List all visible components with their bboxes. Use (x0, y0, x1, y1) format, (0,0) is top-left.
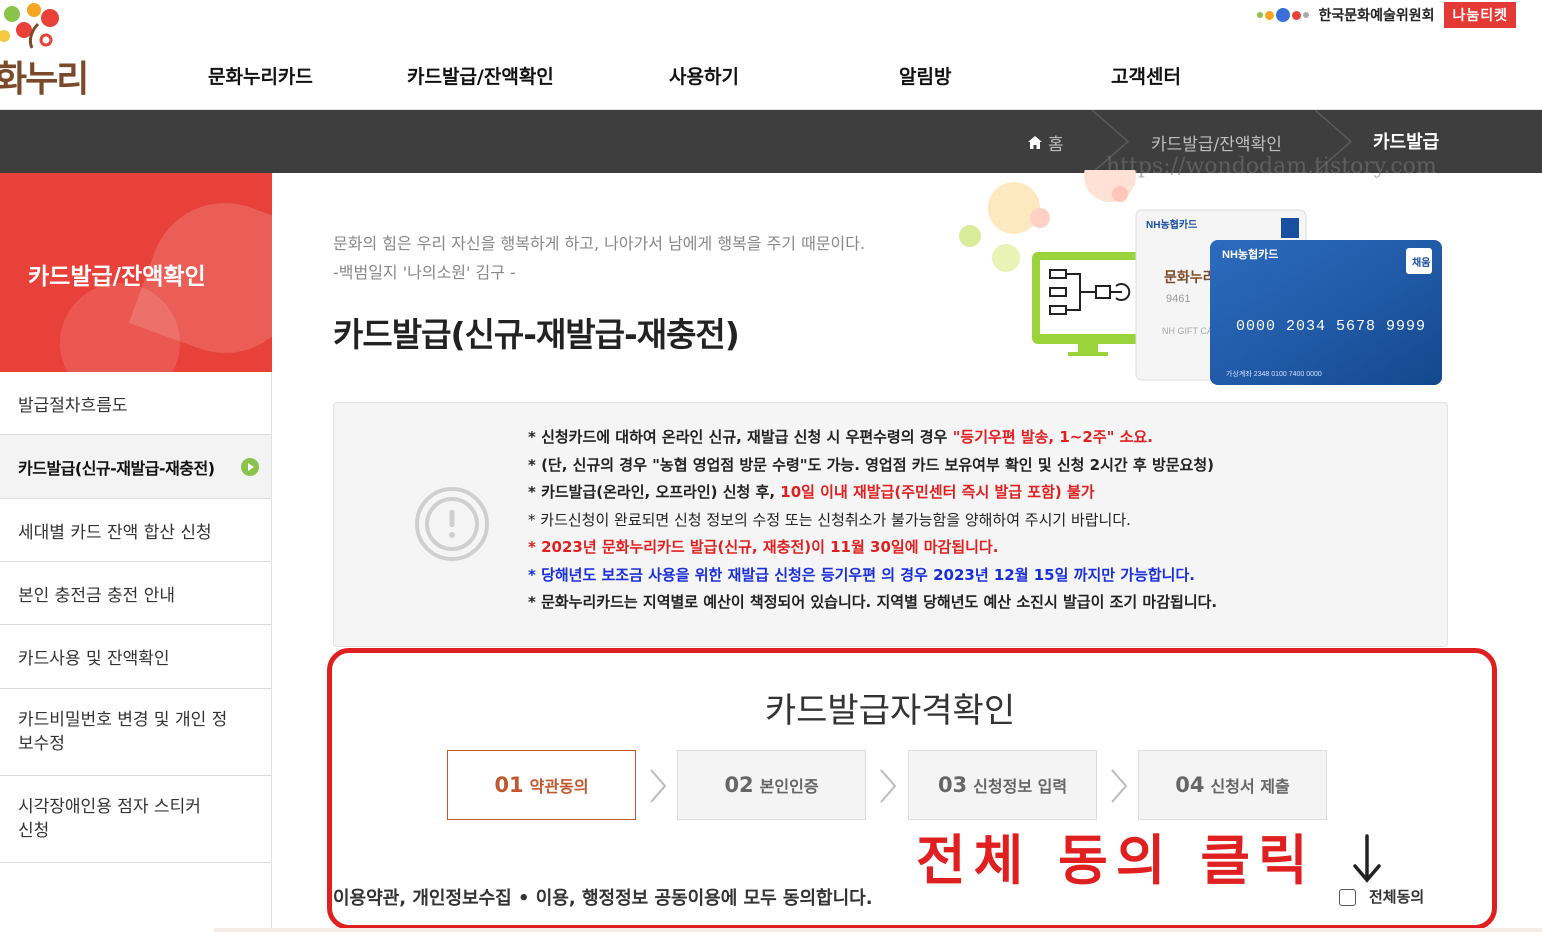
nav-item-customer-center[interactable]: 고객센터 (1111, 62, 1181, 89)
notice-line: * 카드발급(온라인, 오프라인) 신청 후, 10일 이내 재발급(주민센터 … (528, 483, 1095, 501)
sidebar-menu: 발급절차흐름도 카드발급(신규-재발급-재충전) 세대별 카드 잔액 합산 신청… (0, 372, 271, 863)
breadcrumb-home[interactable]: 홈 (1048, 130, 1064, 155)
notice-list: * 신청카드에 대하여 온라인 신규, 재발급 신청 시 우편수령의 경우 "등… (528, 424, 1217, 617)
sidebar-item-household-balance[interactable]: 세대별 카드 잔액 합산 신청 (0, 499, 271, 562)
annotation-highlight-frame (327, 648, 1497, 930)
card-sub-back: NH GIFT CA (1162, 326, 1213, 336)
sidebar-item-label: 카드사용 및 잔액확인 (18, 649, 170, 669)
notice-line: * 2023년 문화누리카드 발급(신규, 재충전)이 11월 30일에 마감됩… (528, 538, 999, 556)
sidebar-item-label: 발급절차흐름도 (18, 395, 128, 416)
breadcrumb-card-issue[interactable]: 카드발급/잔액확인 (1151, 130, 1282, 155)
card-brand-back: NH농협카드 (1146, 218, 1197, 231)
main-nav: 문화누리카드 카드발급/잔액확인 사용하기 알림방 고객센터 (0, 62, 1300, 92)
notice-line: * (단, 신규의 경우 "농협 영업점 방문 수령"도 가능. 영업점 카드 … (528, 455, 1214, 474)
nanum-ticket-link[interactable]: 나눔티켓 (1444, 2, 1516, 28)
sidebar-item-label: 시각장애인용 점자 스티커 신청 (18, 797, 201, 841)
notice-line: * 신청카드에 대하여 온라인 신규, 재발급 신청 시 우편수령의 경우 "등… (528, 428, 1153, 446)
arts-council-link[interactable]: 한국문화예술위원회 (1319, 5, 1435, 25)
notice-line: * 당해년도 보조금 사용을 위한 재발급 신청은 등기우편 의 경우 2023… (528, 565, 1195, 584)
arts-council-logo-icon (1256, 8, 1309, 22)
card-visual: NH농협카드 문화누리 9461 NH GIFT CA NH농협카드 채움 00… (940, 150, 1450, 385)
sidebar-item-card-issue[interactable]: 카드발급(신규-재발급-재충전) (0, 435, 271, 499)
sidebar-item-self-charge[interactable]: 본인 충전금 충전 안내 (0, 562, 271, 625)
nav-item-culture-card[interactable]: 문화누리카드 (208, 62, 313, 89)
partner-links: 한국문화예술위원회 나눔티켓 (1256, 2, 1516, 28)
card-logo-back: 문화누리 (1164, 269, 1216, 285)
site-header: 화누리 문화누리카드 카드발급/잔액확인 사용하기 알림방 고객센터 한국문화예… (0, 0, 1542, 110)
sidebar: 카드발급/잔액확인 발급절차흐름도 카드발급(신규-재발급-재충전) 세대별 카… (0, 173, 272, 932)
breadcrumb-current: 카드발급 (1373, 132, 1440, 153)
page-title: 카드발급(신규-재발급-재충전) (333, 315, 740, 354)
card-digits-back: 9461 (1166, 293, 1190, 305)
home-icon (1028, 136, 1042, 149)
card-account: 가상계좌 2348 0100 7400 0000 (1226, 369, 1322, 378)
sidebar-item-label: 본인 충전금 충전 안내 (18, 585, 175, 606)
notice-line: * 카드신청이 완료되면 신청 정보의 수정 또는 신청취소가 불가능함을 양해… (528, 510, 1131, 529)
card-illustration: NH농협카드 문화누리 9461 NH GIFT CA NH농협카드 채움 00… (959, 150, 1442, 385)
sidebar-item-label: 세대별 카드 잔액 합산 신청 (18, 522, 212, 543)
sidebar-item-card-usage[interactable]: 카드사용 및 잔액확인 (0, 625, 271, 689)
sidebar-item-label: 카드발급(신규-재발급-재충전) (18, 458, 215, 478)
quote-text: 문화의 힘은 우리 자신을 행복하게 하고, 나아가서 남에게 행복을 주기 때… (333, 234, 866, 253)
sidebar-header: 카드발급/잔액확인 (0, 173, 272, 372)
notice-line: * 문화누리카드는 지역별로 예산이 책정되어 있습니다. 지역별 당해년도 예… (528, 593, 1218, 611)
card-brand-front: NH농협카드 (1222, 247, 1278, 261)
nav-item-card-issue[interactable]: 카드발급/잔액확인 (407, 62, 554, 89)
exclamation-circle-icon (415, 487, 489, 561)
nav-item-notice[interactable]: 알림방 (899, 62, 951, 89)
sidebar-item-process-flow[interactable]: 발급절차흐름도 (0, 372, 271, 435)
chevron-right-icon (241, 457, 259, 476)
quote-source: -백범일지 '나의소원' 김구 - (333, 263, 516, 282)
nav-item-usage[interactable]: 사용하기 (669, 62, 739, 89)
bottom-strip (214, 928, 1542, 932)
sidebar-item-braille-sticker[interactable]: 시각장애인용 점자 스티커 신청 (0, 776, 271, 863)
sidebar-title: 카드발급/잔액확인 (28, 264, 206, 290)
card-badge: 채움 (1412, 256, 1430, 269)
card-number: 0000 2034 5678 9999 (1236, 318, 1426, 335)
